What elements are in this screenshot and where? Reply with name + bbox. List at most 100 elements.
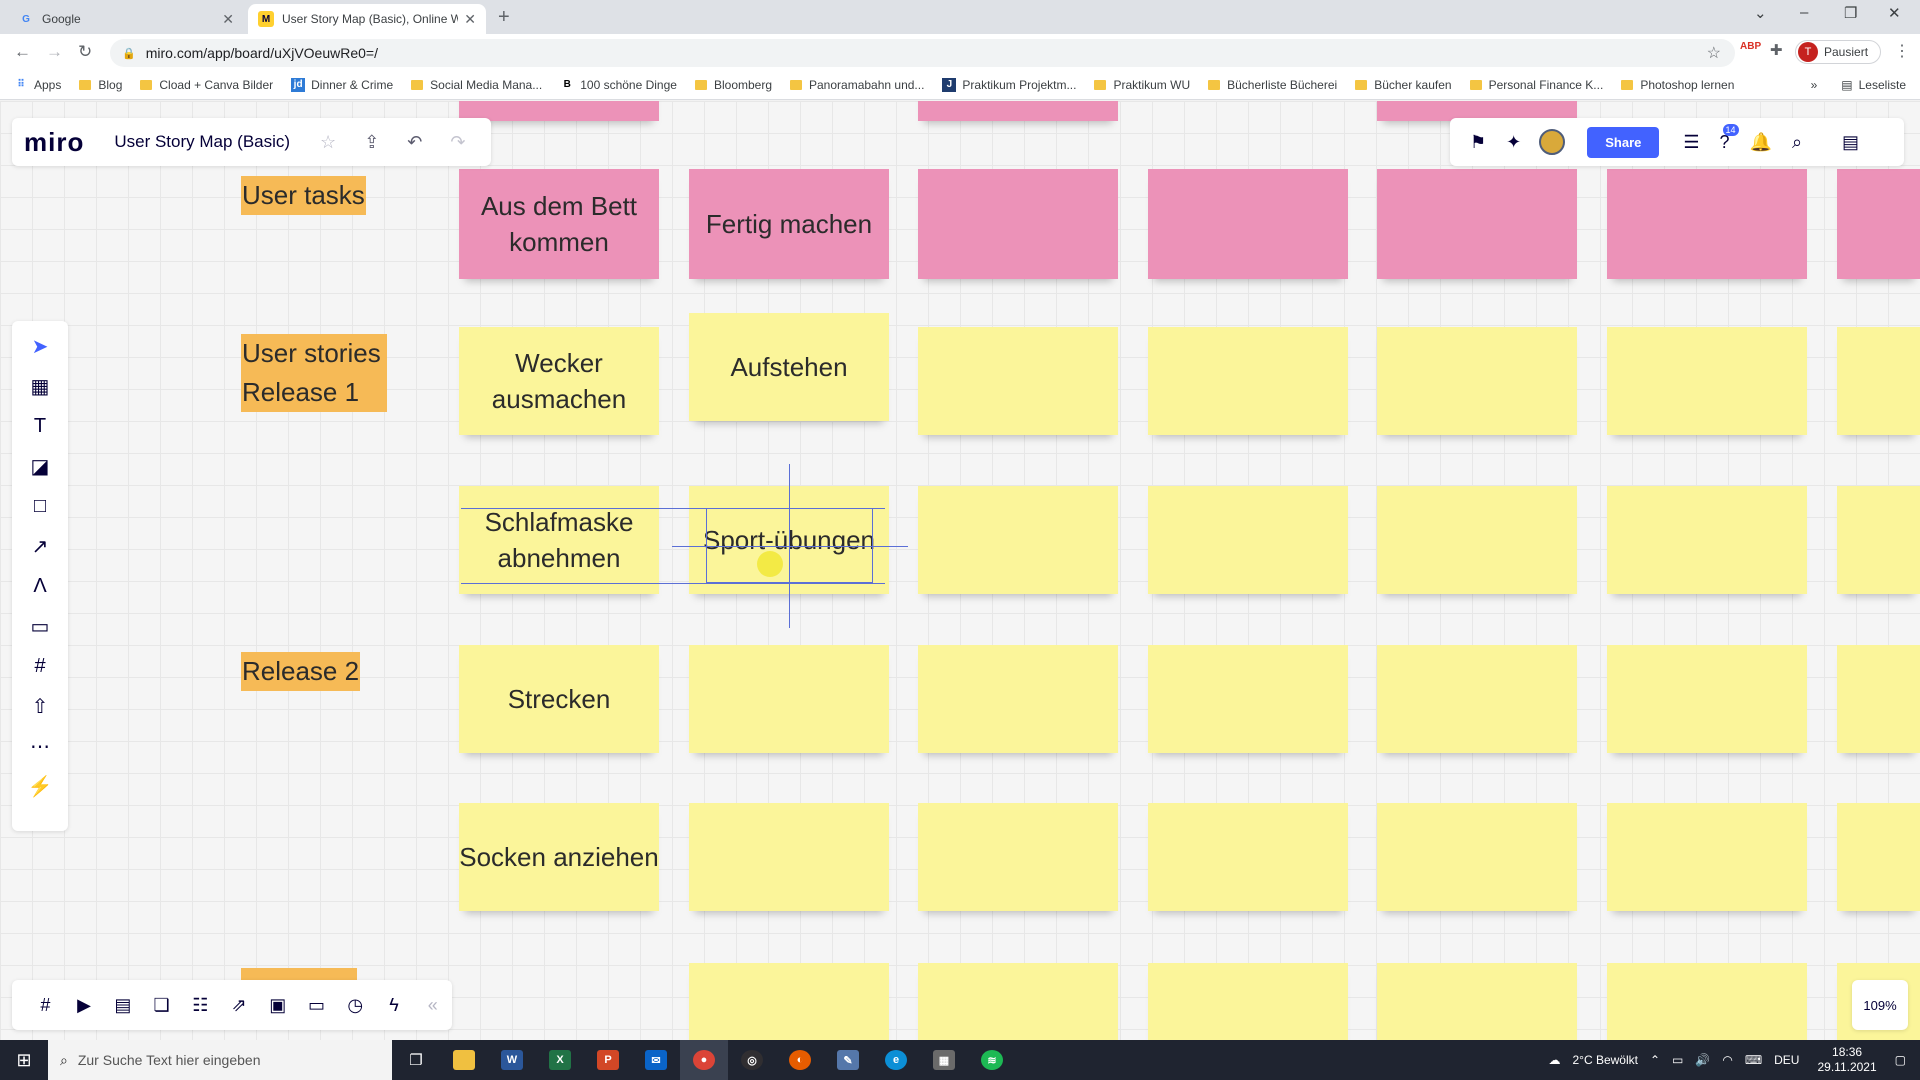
media-player-icon[interactable]: ◐ [776, 1040, 824, 1080]
export-icon[interactable]: ⇪ [364, 132, 379, 153]
sticky-note[interactable] [1607, 645, 1807, 753]
paint-icon[interactable]: ✎ [824, 1040, 872, 1080]
sticky-note-icon[interactable]: ◪ [25, 451, 55, 481]
sticky-note[interactable] [1148, 169, 1348, 279]
video-chat-icon[interactable]: ▭ [297, 995, 336, 1016]
sticky-note[interactable] [1837, 803, 1920, 911]
bookmark-item[interactable]: Bücherliste Bücherei [1208, 78, 1337, 92]
sticky-note[interactable] [1837, 169, 1920, 279]
sticky-note[interactable] [459, 101, 659, 121]
bookmark-apps[interactable]: ⠿ Apps [14, 78, 61, 92]
board-image-icon[interactable]: ▣ [258, 995, 297, 1016]
more-icon[interactable]: ⋯ [25, 731, 55, 761]
weather-text[interactable]: 2°C Bewölkt [1572, 1053, 1638, 1067]
bookmark-item[interactable]: Social Media Mana... [411, 78, 542, 92]
chrome-icon[interactable]: ● [680, 1040, 728, 1080]
presentation-icon[interactable]: ▶ [65, 995, 104, 1016]
frames-icon[interactable]: # [26, 995, 65, 1016]
sticky-note[interactable]: Aus dem Bett kommen [459, 169, 659, 279]
task-view-icon[interactable]: ❐ [392, 1040, 440, 1080]
sticky-note[interactable] [918, 645, 1118, 753]
sticky-note[interactable] [1377, 803, 1577, 911]
label-user-tasks[interactable]: User tasks [241, 176, 366, 215]
miro-logo[interactable]: miro [24, 127, 84, 158]
language-indicator[interactable]: DEU [1774, 1053, 1799, 1067]
comment-icon[interactable]: ▭ [25, 611, 55, 641]
notification-center-icon[interactable]: ▢ [1895, 1053, 1906, 1067]
kanban-icon[interactable]: ☷ [181, 995, 220, 1016]
mail-icon[interactable]: ✉ [632, 1040, 680, 1080]
connection-line-icon[interactable]: ↗ [25, 531, 55, 561]
cards-icon[interactable]: ❏ [142, 995, 181, 1016]
sticky-note[interactable] [1377, 169, 1577, 279]
calculator-icon[interactable]: ▦ [920, 1040, 968, 1080]
clock[interactable]: 18:36 29.11.2021 [1817, 1045, 1876, 1075]
sticky-note[interactable] [1837, 327, 1920, 435]
edge-icon[interactable]: e [872, 1040, 920, 1080]
extensions-puzzle-icon[interactable]: ✚ [1770, 41, 1783, 59]
reading-list-icon[interactable]: ▤ [1841, 78, 1852, 92]
board-menu-icon[interactable]: ▤ [1842, 132, 1859, 153]
lightning-icon[interactable]: ϟ [375, 995, 414, 1016]
new-tab-icon[interactable]: + [498, 6, 510, 29]
sticky-note[interactable] [1377, 327, 1577, 435]
sticky-note[interactable] [918, 327, 1118, 435]
windows-start-icon[interactable]: ⊞ [0, 1050, 48, 1071]
selection-box[interactable] [706, 508, 873, 583]
sticky-note[interactable] [918, 486, 1118, 594]
excel-icon[interactable]: X [536, 1040, 584, 1080]
profile-button[interactable]: T Pausiert [1795, 40, 1881, 64]
battery-icon[interactable]: ▭ [1672, 1053, 1683, 1067]
follow-cursor-icon[interactable]: ⚑ [1470, 132, 1486, 153]
settings-sliders-icon[interactable]: ☰ [1683, 132, 1699, 153]
tray-chevron-icon[interactable]: ⌃ [1650, 1053, 1660, 1067]
sticky-note[interactable] [918, 169, 1118, 279]
volume-icon[interactable]: 🔊 [1695, 1053, 1710, 1067]
word-icon[interactable]: W [488, 1040, 536, 1080]
browser-menu-icon[interactable]: ⋮ [1894, 41, 1910, 61]
sticky-note[interactable] [918, 963, 1118, 1040]
sticky-note[interactable] [1837, 486, 1920, 594]
sticky-note[interactable] [1148, 963, 1348, 1040]
maximize-icon[interactable]: ❐ [1844, 4, 1857, 22]
sticky-note[interactable]: Aufstehen [689, 313, 889, 421]
close-icon[interactable]: ✕ [464, 11, 476, 28]
sticky-note[interactable] [689, 963, 889, 1040]
board-title[interactable]: User Story Map (Basic) [114, 132, 290, 152]
share-screen-icon[interactable]: ⇗ [220, 995, 259, 1016]
collapse-icon[interactable]: « [413, 995, 452, 1016]
sticky-note[interactable] [1148, 645, 1348, 753]
close-icon[interactable]: ✕ [222, 11, 234, 28]
sticky-note[interactable]: Strecken [459, 645, 659, 753]
comments-icon[interactable]: ▤ [103, 995, 142, 1016]
tab-search-icon[interactable]: ⌄ [1754, 4, 1767, 22]
forward-icon[interactable]: → [46, 42, 63, 62]
sticky-note[interactable] [1607, 169, 1807, 279]
keyboard-icon[interactable]: ⌨ [1745, 1053, 1762, 1067]
powerpoint-icon[interactable]: P [584, 1040, 632, 1080]
bookmark-item[interactable]: J Praktikum Projektm... [942, 77, 1076, 92]
redo-icon[interactable]: ↷ [450, 132, 465, 153]
bookmark-item[interactable]: Photoshop lernen [1621, 78, 1734, 92]
sticky-note[interactable] [689, 803, 889, 911]
sticky-note[interactable] [1607, 327, 1807, 435]
sticky-note[interactable] [1377, 645, 1577, 753]
celebrate-icon[interactable]: ✦ [1506, 132, 1521, 153]
sticky-note[interactable] [1607, 963, 1807, 1040]
sticky-note[interactable] [689, 645, 889, 753]
shape-icon[interactable]: □ [25, 491, 55, 521]
undo-icon[interactable]: ↶ [407, 132, 422, 153]
label-release-2[interactable]: Release 2 [241, 652, 361, 691]
window-close-icon[interactable]: ✕ [1888, 4, 1901, 22]
sticky-note[interactable] [1148, 803, 1348, 911]
sticky-note[interactable]: Wecker ausmachen [459, 327, 659, 435]
frame-icon[interactable]: # [25, 651, 55, 681]
wifi-icon[interactable]: ◠ [1722, 1053, 1732, 1067]
pen-icon[interactable]: Λ [25, 571, 55, 601]
bookmark-item[interactable]: B 100 schöne Dinge [560, 78, 677, 92]
label-release-1[interactable]: User stories Release 1 [241, 334, 387, 412]
sticky-note[interactable] [1837, 645, 1920, 753]
sticky-note[interactable] [918, 803, 1118, 911]
obs-icon[interactable]: ◎ [728, 1040, 776, 1080]
avatar[interactable] [1539, 129, 1566, 155]
